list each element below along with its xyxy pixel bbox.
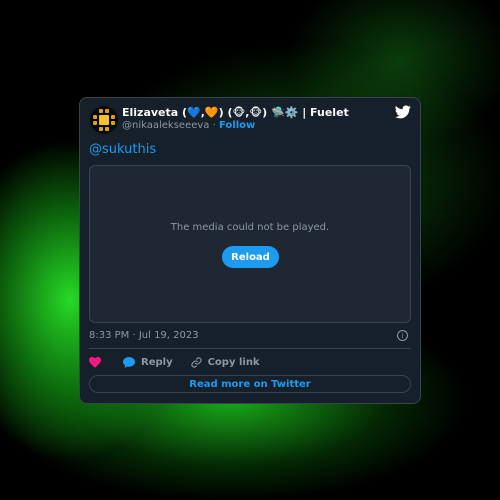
display-name[interactable]: Elizaveta (💙,🧡) (🐵,🐵) 🛸⚙️ | Fuelet — [122, 106, 349, 119]
handle-row: @nikaalekseeeva · Follow — [122, 120, 255, 131]
avatar[interactable] — [90, 106, 118, 134]
handle-separator: · — [212, 120, 216, 131]
info-icon[interactable]: i — [397, 330, 408, 341]
media-player: The media could not be played. Reload — [89, 165, 411, 323]
media-error-message: The media could not be played. — [170, 222, 330, 233]
copy-link-button[interactable]: Copy link — [208, 357, 260, 368]
user-handle[interactable]: @nikaalekseeeva — [122, 120, 209, 131]
tweet-timestamp[interactable]: 8:33 PM · Jul 19, 2023 — [89, 330, 199, 341]
twitter-bird-icon[interactable] — [395, 105, 411, 119]
mention-link[interactable]: @sukuthis — [89, 142, 156, 157]
embedded-tweet-card: Elizaveta (💙,🧡) (🐵,🐵) 🛸⚙️ | Fuelet @nika… — [79, 97, 421, 404]
reply-icon[interactable] — [123, 356, 135, 368]
follow-button[interactable]: Follow — [219, 120, 255, 131]
link-icon[interactable] — [190, 356, 202, 368]
read-more-button[interactable]: Read more on Twitter — [89, 375, 411, 393]
reply-button[interactable]: Reply — [141, 357, 173, 368]
action-bar: Reply Copy link — [89, 355, 260, 369]
divider — [89, 348, 411, 349]
reload-button[interactable]: Reload — [222, 246, 279, 268]
heart-icon[interactable] — [89, 356, 101, 368]
